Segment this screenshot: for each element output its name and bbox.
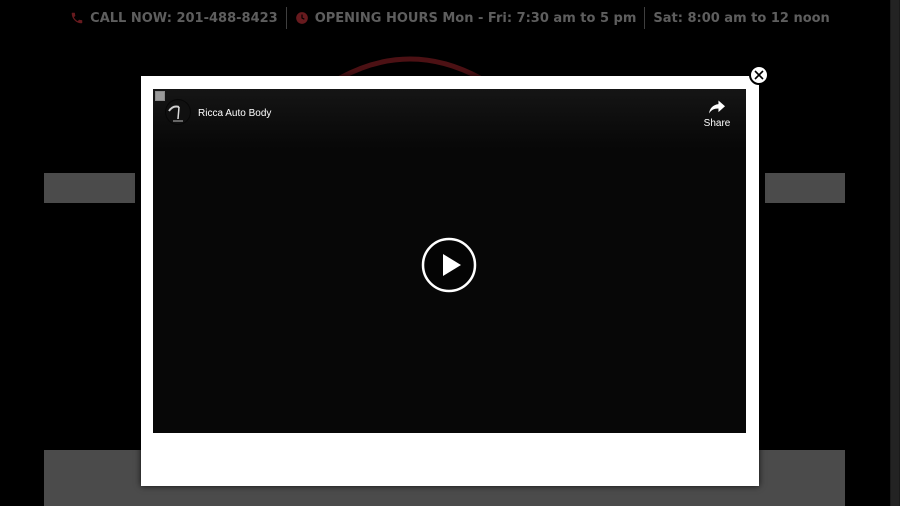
share-icon (709, 100, 725, 114)
close-icon (754, 70, 764, 80)
channel-name[interactable]: Ricca Auto Body (198, 108, 271, 119)
share-button[interactable]: Share (702, 99, 732, 129)
video-top-gradient (153, 89, 746, 149)
modal-close-button[interactable] (749, 65, 769, 85)
channel-avatar[interactable] (165, 99, 191, 125)
video-player[interactable]: Ricca Auto Body Share (153, 89, 746, 433)
avatar-image (166, 100, 190, 124)
share-label: Share (703, 118, 731, 129)
broken-image-icon (155, 91, 165, 101)
play-button[interactable] (421, 237, 477, 293)
